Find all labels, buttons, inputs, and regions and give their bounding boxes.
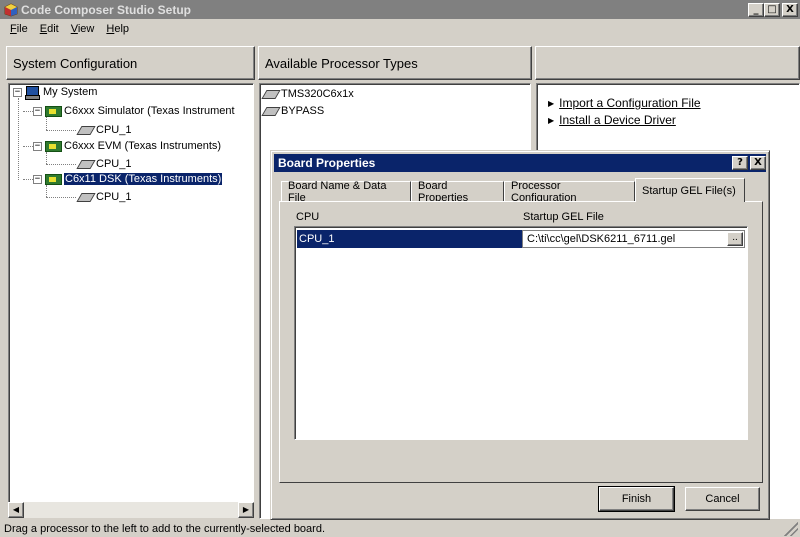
processor-icon [262, 89, 278, 99]
tab-startup-gel-files[interactable]: Startup GEL File(s) [635, 178, 745, 202]
system-configuration-header: System Configuration [6, 46, 255, 80]
tree-item-label: CPU_1 [96, 191, 132, 203]
bypass-icon [262, 106, 278, 116]
system-configuration-tree[interactable]: − My System − C6xxx Simulator (Texas Ins… [8, 83, 254, 515]
collapse-icon[interactable]: − [33, 174, 42, 184]
help-button[interactable]: ? [732, 156, 748, 170]
collapse-icon[interactable]: − [13, 87, 22, 97]
tree-item-board-selected[interactable]: − C6x11 DSK (Texas Instruments) [33, 172, 223, 186]
window-title: Code Composer Studio Setup [21, 2, 192, 17]
horizontal-scrollbar[interactable]: ◀ ▶ [8, 502, 254, 518]
scroll-right-arrow-icon[interactable]: ▶ [238, 502, 254, 518]
tab-board-properties[interactable]: Board Properties [411, 180, 504, 204]
status-bar: Drag a processor to the left to add to t… [0, 521, 800, 537]
processor-item[interactable]: BYPASS [262, 104, 324, 118]
board-icon [45, 173, 62, 185]
processor-label: TMS320C6x1x [281, 88, 354, 100]
board-icon [45, 105, 62, 117]
processor-icon [77, 192, 93, 202]
menu-bar: File Edit View Help [0, 19, 800, 39]
processor-icon [77, 125, 93, 135]
install-device-driver-link[interactable]: ▶ Install a Device Driver [548, 113, 676, 127]
close-button[interactable]: X [782, 2, 798, 17]
collapse-icon[interactable]: − [33, 141, 42, 151]
link-label[interactable]: Install a Device Driver [559, 113, 676, 127]
scroll-left-arrow-icon[interactable]: ◀ [8, 502, 24, 518]
menu-file[interactable]: File [4, 23, 34, 35]
bullet-arrow-icon: ▶ [548, 115, 555, 125]
bullet-arrow-icon: ▶ [548, 98, 555, 108]
tree-item-label: CPU_1 [96, 124, 132, 136]
tree-item-cpu[interactable]: CPU_1 [77, 157, 131, 171]
cancel-button[interactable]: Cancel [685, 487, 760, 511]
system-configuration-label: System Configuration [13, 55, 138, 71]
collapse-icon[interactable]: − [33, 106, 42, 116]
window-title-bar[interactable]: Code Composer Studio Setup _ □ X [0, 0, 800, 19]
tree-item-board[interactable]: − C6xxx Simulator (Texas Instrument [33, 104, 235, 118]
menu-view[interactable]: View [65, 23, 101, 35]
menu-edit[interactable]: Edit [34, 23, 65, 35]
processor-item[interactable]: TMS320C6x1x [262, 87, 354, 101]
available-processors-label: Available Processor Types [265, 55, 418, 71]
table-row[interactable]: CPU_1 C:\ti\cc\gel\DSK6211_6711.gel .. [297, 230, 745, 248]
menu-help[interactable]: Help [100, 23, 135, 35]
computer-icon [25, 85, 40, 100]
tree-item-board[interactable]: − C6xxx EVM (Texas Instruments) [33, 139, 221, 153]
gel-file-field[interactable]: C:\ti\cc\gel\DSK6211_6711.gel .. [522, 230, 745, 248]
finish-button[interactable]: Finish [598, 486, 675, 512]
minimize-button[interactable]: _ [748, 2, 764, 17]
gel-file-list[interactable]: CPU_1 C:\ti\cc\gel\DSK6211_6711.gel .. [294, 226, 748, 440]
browse-button[interactable]: .. [727, 232, 743, 246]
app-icon [4, 3, 18, 17]
available-processors-header: Available Processor Types [258, 46, 532, 80]
dialog-close-button[interactable]: X [750, 156, 766, 170]
cpu-cell[interactable]: CPU_1 [297, 230, 522, 248]
resize-grip-icon[interactable] [784, 522, 798, 536]
tree-item-label: C6xxx Simulator (Texas Instrument [64, 105, 235, 117]
column-header-startup-gel-file: Startup GEL File [523, 211, 604, 223]
column-header-cpu: CPU [296, 211, 320, 223]
links-header [535, 46, 800, 80]
processor-label: BYPASS [281, 105, 325, 117]
dialog-title: Board Properties [278, 156, 376, 170]
scrollbar-track[interactable] [24, 502, 238, 518]
gel-file-path[interactable]: C:\ti\cc\gel\DSK6211_6711.gel [527, 233, 727, 245]
processor-icon [77, 159, 93, 169]
tab-processor-configuration[interactable]: Processor Configuration [504, 180, 635, 204]
status-text: Drag a processor to the left to add to t… [4, 523, 326, 535]
tree-item-cpu[interactable]: CPU_1 [77, 190, 131, 204]
tree-item-cpu[interactable]: CPU_1 [77, 123, 131, 137]
tab-board-name-data-file[interactable]: Board Name & Data File [281, 180, 411, 204]
startup-gel-tab-panel: CPU Startup GEL File CPU_1 C:\ti\cc\gel\… [279, 201, 763, 483]
import-configuration-link[interactable]: ▶ Import a Configuration File [548, 96, 701, 110]
board-icon [45, 140, 62, 152]
tree-item-label: C6xxx EVM (Texas Instruments) [64, 140, 222, 152]
dialog-title-bar[interactable]: Board Properties ? X [274, 154, 766, 172]
board-properties-dialog: Board Properties ? X Board Name & Data F… [270, 150, 770, 520]
tree-item-label: CPU_1 [96, 158, 132, 170]
link-label[interactable]: Import a Configuration File [559, 96, 700, 110]
tree-item-label: C6x11 DSK (Texas Instruments) [64, 173, 223, 185]
tree-item-label: My System [43, 86, 98, 98]
tree-item-my-system[interactable]: − My System [13, 85, 98, 100]
maximize-button[interactable]: □ [764, 2, 780, 17]
